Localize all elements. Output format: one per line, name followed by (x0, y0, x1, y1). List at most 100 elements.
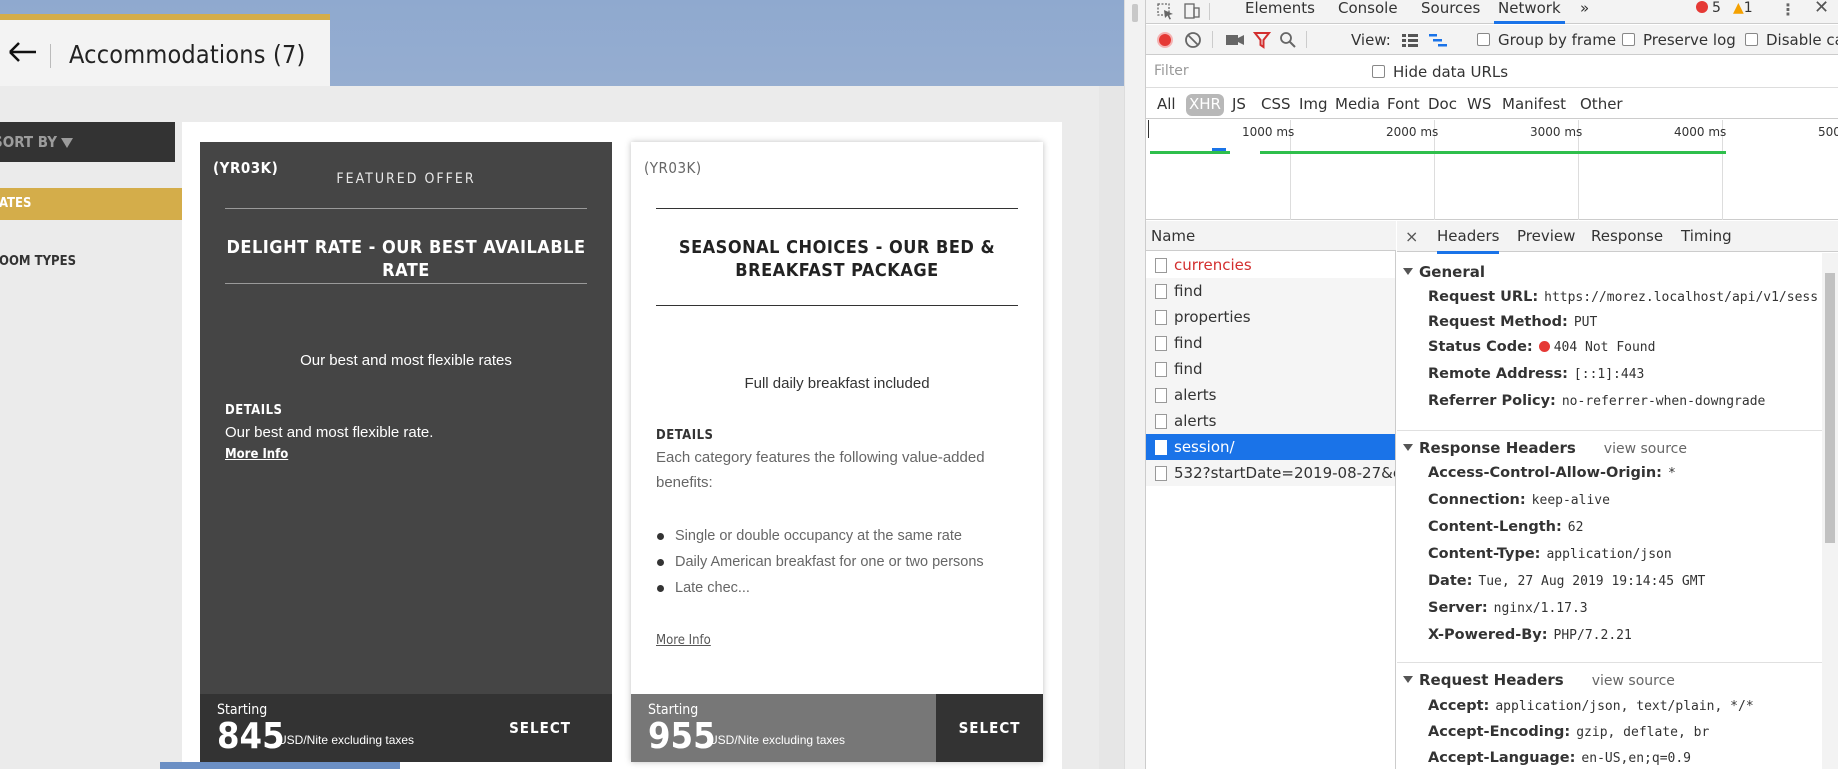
select-button[interactable]: SELECT (936, 694, 1043, 762)
type-filter-img[interactable]: Img (1296, 94, 1331, 116)
hide-data-urls-checkbox[interactable]: Hide data URLs (1372, 63, 1508, 81)
type-filter-css[interactable]: CSS (1258, 94, 1294, 116)
device-toolbar-icon[interactable] (1182, 2, 1202, 20)
file-icon (1155, 466, 1167, 481)
select-button[interactable]: SELECT (486, 694, 594, 762)
header-key: Content-Length: (1428, 519, 1562, 535)
request-row[interactable]: find (1146, 330, 1395, 356)
tab-preview[interactable]: Preview (1517, 227, 1575, 245)
devtools-resizer[interactable] (1124, 0, 1146, 769)
disable-cache-checkbox[interactable]: Disable cac (1745, 31, 1838, 49)
file-icon (1155, 414, 1167, 429)
scrollbar-thumb[interactable] (1825, 273, 1835, 543)
tab-network[interactable]: Network (1494, 0, 1565, 24)
warning-count[interactable]: ▲1 (1733, 0, 1753, 16)
timeline-overview[interactable]: 1000 ms 2000 ms 3000 ms 4000 ms 500 (1146, 120, 1838, 220)
sidebar-item-room-types[interactable]: ROOM TYPES (0, 254, 76, 269)
request-row[interactable]: alerts (1146, 382, 1395, 408)
close-icon[interactable]: ✕ (1814, 0, 1829, 18)
kebab-menu-icon[interactable]: ⋮ (1780, 0, 1796, 19)
disable-cache-label: Disable cac (1766, 31, 1838, 49)
preserve-log-checkbox[interactable]: Preserve log (1622, 31, 1736, 49)
checkbox[interactable] (1745, 33, 1758, 46)
tab-timing[interactable]: Timing (1681, 227, 1732, 245)
list-item: Single or double occupancy at the same r… (656, 523, 1018, 549)
request-name: find (1174, 360, 1203, 378)
request-row-selected[interactable]: session/ (1146, 434, 1395, 460)
sidebar-item-rates[interactable]: RATES (0, 188, 194, 220)
type-filter-media[interactable]: Media (1332, 94, 1383, 116)
type-filter-ws[interactable]: WS (1464, 94, 1494, 116)
request-header-row: Accept-Encoding: gzip, deflate, br (1428, 724, 1822, 740)
filter-icon[interactable] (1253, 31, 1271, 49)
tab-console[interactable]: Console (1334, 0, 1402, 24)
collapse-caret-icon (1403, 676, 1413, 683)
back-arrow-icon[interactable] (8, 42, 38, 62)
type-filter-font[interactable]: Font (1384, 94, 1423, 116)
type-filter-doc[interactable]: Doc (1425, 94, 1460, 116)
name-column-header[interactable]: Name (1146, 221, 1396, 251)
view-source-link[interactable]: view source (1604, 441, 1687, 457)
checkbox[interactable] (1477, 33, 1490, 46)
header-value: [::1]:443 (1573, 367, 1645, 382)
more-info-link[interactable]: More Info (656, 633, 711, 648)
tab-sources[interactable]: Sources (1417, 0, 1484, 24)
request-row[interactable]: find (1146, 356, 1395, 382)
timeline-request-bar (1150, 151, 1230, 154)
resource-type-filters: All XHR JS CSS Img Media Font Doc WS Man… (1146, 89, 1838, 119)
response-headers-section-header[interactable]: Response Headers view source (1403, 439, 1687, 457)
devtools-panel: Elements Console Sources Network » 5 ▲1 … (1146, 0, 1838, 769)
type-filter-all[interactable]: All (1154, 94, 1179, 116)
more-tabs-button[interactable]: » (1576, 0, 1593, 24)
header-key: Status Code: (1428, 339, 1533, 355)
waterfall-icon[interactable] (1428, 32, 1448, 48)
sort-by-label: SORT BY (0, 133, 58, 151)
checkbox[interactable] (1622, 33, 1635, 46)
horizontal-scrollbar[interactable] (160, 762, 400, 769)
sidebar-item-rates-label: RATES (0, 196, 32, 211)
type-filter-js[interactable]: JS (1229, 94, 1249, 116)
filter-input[interactable] (1148, 60, 1354, 82)
general-section-header[interactable]: General (1403, 263, 1485, 281)
request-row[interactable]: 532?startDate=2019-08-27&e... (1146, 460, 1395, 486)
close-detail-icon[interactable]: × (1405, 227, 1418, 246)
error-count[interactable]: 5 (1696, 0, 1721, 16)
header-key: X-Powered-By: (1428, 627, 1548, 643)
error-icon (1696, 1, 1708, 13)
capture-screenshots-icon[interactable] (1225, 32, 1245, 48)
collapse-caret-icon (1403, 268, 1413, 275)
separator (1212, 31, 1213, 48)
tab-response[interactable]: Response (1591, 227, 1663, 245)
request-row[interactable]: currencies (1146, 252, 1395, 278)
view-source-link[interactable]: view source (1592, 673, 1675, 689)
record-icon[interactable] (1157, 32, 1173, 52)
response-header-row: X-Powered-By: PHP/7.2.21 (1428, 627, 1822, 643)
request-name: find (1174, 282, 1203, 300)
header-value: en-US,en;q=0.9 (1581, 751, 1691, 766)
response-header-row: Content-Length: 62 (1428, 519, 1822, 535)
list-item: Late chec... (656, 575, 1018, 601)
group-by-frame-checkbox[interactable]: Group by frame (1477, 31, 1616, 49)
tab-headers[interactable]: Headers (1437, 227, 1500, 254)
rate-cards: (YR03K) FEATURED OFFER DELIGHT RATE - OU… (182, 122, 1062, 769)
clear-icon[interactable] (1184, 31, 1202, 49)
checkbox[interactable] (1372, 65, 1385, 78)
request-row[interactable]: alerts (1146, 408, 1395, 434)
large-rows-icon[interactable] (1401, 32, 1419, 48)
price: 845 (217, 716, 285, 757)
sort-by-button[interactable]: SORT BY (0, 122, 175, 162)
type-filter-manifest[interactable]: Manifest (1499, 94, 1569, 116)
sidebar-item-room-types-label: ROOM TYPES (0, 254, 77, 269)
type-filter-xhr[interactable]: XHR (1186, 94, 1224, 116)
inspect-element-icon[interactable] (1156, 2, 1176, 20)
type-filter-other[interactable]: Other (1577, 94, 1626, 116)
resizer-handle[interactable] (1132, 4, 1138, 22)
request-row[interactable]: find (1146, 278, 1395, 304)
request-headers-section-header[interactable]: Request Headers view source (1403, 671, 1675, 689)
more-info-link[interactable]: More Info (225, 447, 288, 462)
detail-scrollbar[interactable] (1822, 253, 1838, 769)
request-row[interactable]: properties (1146, 304, 1395, 330)
search-icon[interactable] (1279, 31, 1297, 49)
tab-elements[interactable]: Elements (1241, 0, 1319, 24)
page-scrollbar[interactable] (1099, 86, 1124, 769)
